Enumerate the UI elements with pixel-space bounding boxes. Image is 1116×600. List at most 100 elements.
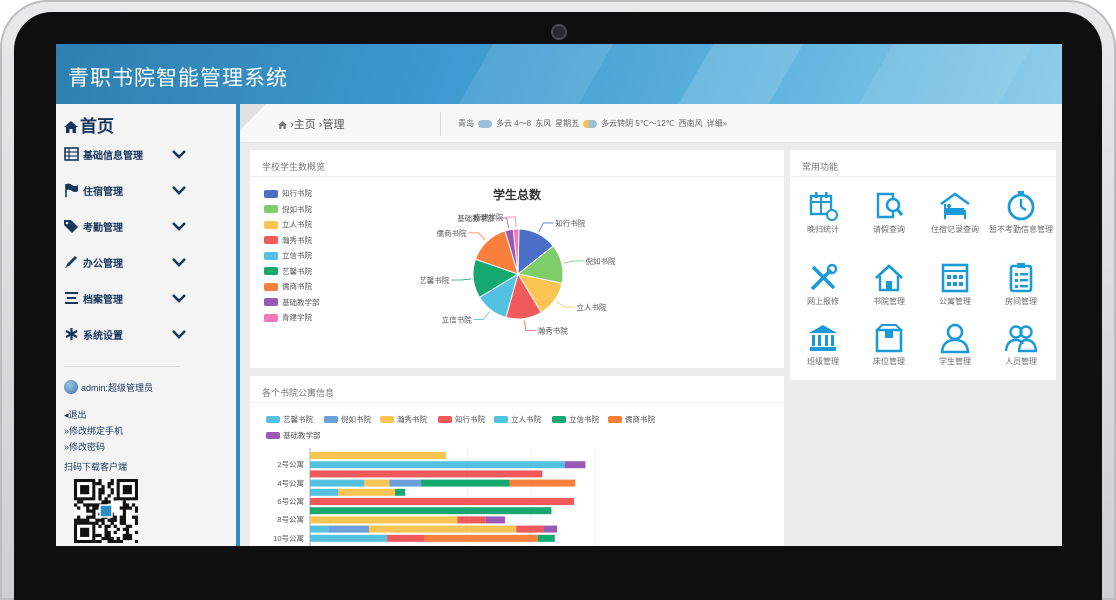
weather-detail-link[interactable]: 详细» xyxy=(707,118,727,129)
sidebar-home[interactable]: 首页 xyxy=(64,112,114,137)
qr-module xyxy=(77,515,81,519)
qr-module xyxy=(134,530,138,535)
logout-link[interactable]: ◂退出 xyxy=(64,408,87,421)
qr-module xyxy=(122,500,127,504)
qr-module xyxy=(92,503,96,507)
qr-module xyxy=(104,500,108,504)
function-academy-management[interactable]: 书院管理 xyxy=(856,262,922,307)
header-decoration xyxy=(458,44,614,104)
function-online-repair[interactable]: 网上报修 xyxy=(790,262,856,307)
breadcrumb-home[interactable]: 主页 xyxy=(294,119,316,131)
sidebar-item-attendance[interactable]: 考勤管理 xyxy=(64,216,186,236)
function-class-management[interactable]: 班级管理 xyxy=(790,322,856,367)
function-leave-query[interactable]: 请假查询 xyxy=(856,190,922,235)
sidebar-item-basic-info[interactable]: 基础信息管理 xyxy=(64,144,186,164)
qr-module xyxy=(125,527,130,532)
bar-segment[interactable] xyxy=(387,534,425,542)
bar-segment[interactable] xyxy=(310,470,543,478)
qr-module xyxy=(122,506,127,510)
legend-item[interactable]: 青建学院 xyxy=(264,312,312,323)
bar-segment[interactable] xyxy=(310,479,365,487)
qr-module xyxy=(80,500,84,504)
qr-module xyxy=(134,515,138,519)
chevron-down-icon[interactable] xyxy=(172,293,186,303)
bar-segment[interactable] xyxy=(424,534,538,542)
bar-segment[interactable] xyxy=(310,461,565,469)
bar-segment[interactable] xyxy=(310,452,446,459)
student-icon xyxy=(940,323,970,354)
function-room-management[interactable]: 房间管理 xyxy=(988,262,1054,307)
legend-label: 瀚秀书院 xyxy=(282,235,312,245)
breadcrumb: ›主页 ›管理 xyxy=(278,116,344,132)
qr-module xyxy=(128,536,133,541)
function-late-return-stats[interactable]: 晚归统计 xyxy=(790,190,856,235)
qr-module xyxy=(125,506,130,510)
bed-house-icon xyxy=(940,192,970,219)
bar-segment[interactable] xyxy=(389,479,422,487)
legend-item[interactable]: 倪如书院 xyxy=(264,204,312,215)
bar-segment[interactable] xyxy=(310,534,388,542)
chevron-down-icon[interactable] xyxy=(172,185,186,195)
sidebar-item-office[interactable]: 办公管理 xyxy=(64,252,186,272)
bar-segment[interactable] xyxy=(338,488,395,496)
pie-slice-label: 立人书院 xyxy=(576,302,606,312)
pie-label-leader xyxy=(538,222,554,233)
change-phone-link[interactable]: »修改绑定手机 xyxy=(64,424,123,437)
function-staff-management[interactable]: 人员管理 xyxy=(988,322,1054,367)
bar-segment[interactable] xyxy=(364,479,390,487)
chevron-down-icon[interactable] xyxy=(172,329,186,339)
sidebar-item-system-settings[interactable]: 系统设置 xyxy=(64,324,186,344)
bar-segment[interactable] xyxy=(368,525,517,533)
bar-segment[interactable] xyxy=(543,525,558,533)
qr-module xyxy=(104,536,108,541)
bar-segment[interactable] xyxy=(310,525,329,533)
function-bed-management[interactable]: 床位管理 xyxy=(856,322,922,367)
bar-segment[interactable] xyxy=(310,516,458,524)
qr-module xyxy=(110,482,114,486)
function-exempt-attendance[interactable]: 暂不考勤信息管理 xyxy=(988,190,1054,235)
function-apartment-management[interactable]: 公寓管理 xyxy=(922,262,988,307)
chevron-down-icon[interactable] xyxy=(172,221,186,231)
legend-item[interactable]: 立信书院 xyxy=(264,250,312,261)
sidebar-item-lodging[interactable]: 住宿管理 xyxy=(64,180,186,200)
bar-segment[interactable] xyxy=(516,525,544,533)
qr-module xyxy=(104,533,108,538)
function-lodging-record-query[interactable]: 住宿记录查询 xyxy=(922,190,988,235)
legend-item[interactable]: 艺馨书院 xyxy=(264,266,312,277)
qr-module xyxy=(122,503,127,507)
legend-item[interactable]: 立人书院 xyxy=(264,219,312,230)
bar-segment[interactable] xyxy=(395,488,406,496)
qr-module xyxy=(113,524,117,528)
bar-segment[interactable] xyxy=(485,516,505,524)
legend-item[interactable]: 基础教学部 xyxy=(264,297,320,308)
sidebar-item-archive[interactable]: 档案管理 xyxy=(64,288,186,308)
users-icon xyxy=(1005,325,1037,353)
qr-module xyxy=(74,503,78,507)
qr-module xyxy=(113,497,117,501)
bar-segment[interactable] xyxy=(537,534,555,542)
qr-module xyxy=(131,515,136,519)
tags-icon xyxy=(64,220,78,233)
legend-item[interactable]: 瀚秀书院 xyxy=(264,235,312,246)
function-student-management[interactable]: 学生管理 xyxy=(922,322,988,367)
bar-segment[interactable] xyxy=(509,479,576,487)
bar-segment[interactable] xyxy=(421,479,510,487)
breadcrumb-current: 管理 xyxy=(322,119,345,131)
bar-segment[interactable] xyxy=(310,488,339,496)
sidebar-item-label: 基础信息管理 xyxy=(83,150,143,162)
bar-segment[interactable] xyxy=(310,498,575,505)
qr-module xyxy=(107,494,111,498)
qr-module xyxy=(119,506,123,510)
bar-segment[interactable] xyxy=(565,461,586,469)
change-password-link[interactable]: »修改密码 xyxy=(64,440,105,453)
sidebar-item-label: 档案管理 xyxy=(83,294,123,306)
chevron-down-icon[interactable] xyxy=(172,257,186,267)
weather-wind: 东风 xyxy=(535,119,552,128)
bar-segment[interactable] xyxy=(310,507,552,515)
qr-module xyxy=(128,533,133,538)
legend-label: 儒商书院 xyxy=(282,282,312,291)
bar-segment[interactable] xyxy=(457,516,486,524)
bar-segment[interactable] xyxy=(328,525,369,533)
legend-item[interactable]: 儒商书院 xyxy=(264,281,312,292)
chevron-down-icon[interactable] xyxy=(172,149,186,159)
